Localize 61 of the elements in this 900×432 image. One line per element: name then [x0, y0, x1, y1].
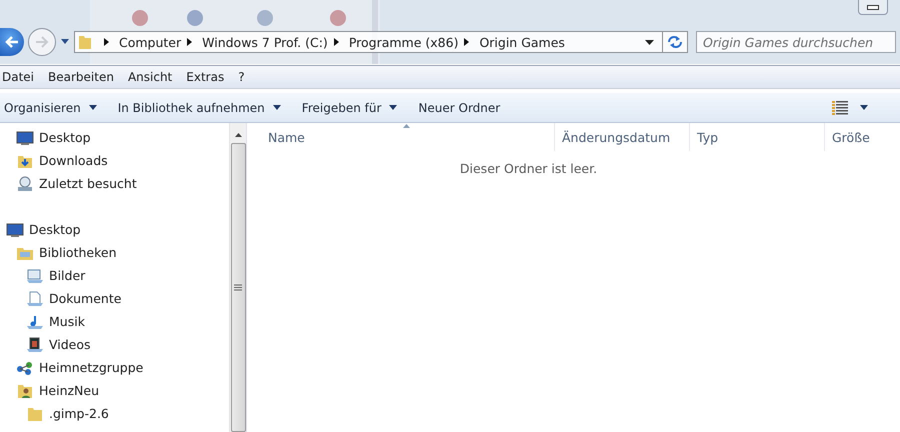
history-dropdown-icon[interactable]	[60, 39, 70, 45]
nav-item[interactable]: HeinzNeu	[0, 379, 229, 402]
minimize-button[interactable]	[858, 0, 888, 15]
dropdown-arrow-icon[interactable]	[645, 40, 654, 44]
chevron-icon[interactable]	[104, 38, 109, 46]
grip-icon	[234, 284, 242, 291]
nav-item[interactable]: Bilder	[0, 264, 229, 287]
empty-folder-message: Dieser Ordner ist leer.	[458, 161, 598, 176]
back-arrow-icon	[5, 36, 19, 48]
column-header[interactable]: Typ	[690, 123, 825, 151]
view-options-icon[interactable]	[832, 100, 848, 114]
nav-item[interactable]: .gimp-2.6	[0, 402, 229, 425]
scrollbar[interactable]	[229, 123, 246, 432]
nav-item[interactable]: Videos	[0, 333, 229, 356]
user-folder-icon	[16, 382, 34, 398]
chevron-icon[interactable]	[464, 38, 470, 46]
music-note-icon	[26, 314, 44, 330]
sort-arrow-icon	[403, 124, 410, 128]
menu-item[interactable]: ?	[231, 70, 252, 84]
dropdown-arrow-icon[interactable]	[860, 105, 868, 110]
nav-item[interactable]: Dokumente	[0, 287, 229, 310]
monitor-icon	[6, 222, 24, 238]
nav-item[interactable]: Desktop	[0, 218, 229, 241]
recent-places-icon	[16, 176, 34, 192]
breadcrumb-item[interactable]: Programme (x86)	[348, 34, 458, 50]
scrollbar-thumb[interactable]	[230, 143, 246, 432]
menu-item[interactable]: Bearbeiten	[41, 70, 121, 84]
toolbar-button[interactable]: Neuer Ordner	[414, 100, 510, 114]
folder-icon	[26, 406, 44, 422]
menu-item[interactable]: Ansicht	[120, 70, 180, 84]
toolbar-button[interactable]: Organisieren	[0, 100, 106, 114]
nav-item[interactable]: Heimnetzgruppe	[0, 356, 229, 379]
toolbar-button[interactable]: Freigeben für	[298, 100, 406, 114]
breadcrumb-item[interactable]: Computer	[119, 34, 182, 50]
search-field[interactable]: Origin Games durchsuchen	[696, 31, 896, 53]
monitor-icon	[16, 130, 34, 146]
column-header[interactable]: Größe	[825, 123, 900, 151]
film-icon	[26, 336, 44, 352]
nav-item[interactable]: Desktop	[0, 126, 229, 149]
toolbar-button[interactable]: In Bibliothek aufnehmen	[114, 100, 290, 114]
nav-item[interactable]: Zuletzt besucht	[0, 172, 229, 195]
nav-item[interactable]: Bibliotheken	[0, 241, 229, 264]
chevron-icon[interactable]	[334, 38, 339, 46]
column-header[interactable]: Änderungsdatum	[555, 123, 690, 151]
folder-icon	[78, 34, 92, 50]
pictures-icon	[26, 268, 44, 284]
address-bar[interactable]: Computer Windows 7 Prof. (C:) Programme (x86) Origin Games	[74, 31, 688, 53]
menu-item[interactable]: Extras	[179, 70, 232, 84]
nav-item[interactable]: Musik	[0, 310, 229, 333]
network-icon	[16, 360, 34, 376]
refresh-icon	[667, 35, 683, 49]
menu-item[interactable]: Datei	[0, 70, 42, 84]
chevron-icon[interactable]	[187, 38, 192, 46]
document-icon	[26, 290, 44, 306]
breadcrumb-item[interactable]: Origin Games	[479, 34, 565, 50]
forward-arrow-icon	[35, 36, 49, 48]
back-button[interactable]	[0, 28, 24, 56]
breadcrumb-item[interactable]: Windows 7 Prof. (C:)	[202, 34, 328, 50]
nav-item[interactable]: Downloads	[0, 149, 229, 172]
scroll-up-arrow-icon[interactable]	[234, 133, 242, 137]
column-header[interactable]: Name	[247, 123, 555, 151]
